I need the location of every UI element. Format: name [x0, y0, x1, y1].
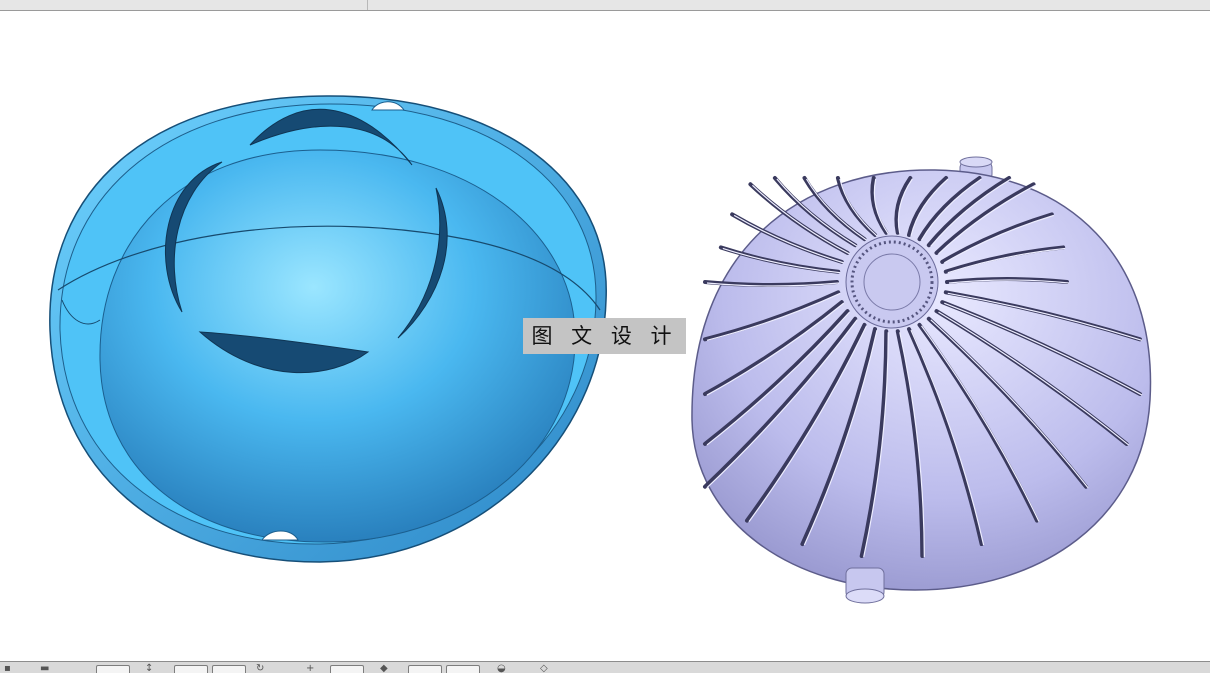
rotate-icon[interactable] — [212, 665, 246, 673]
zoom-icon[interactable] — [330, 665, 364, 673]
watermark-label: 图 文 设 计 — [523, 318, 686, 354]
toolbar-glyph-icon[interactable]: ↕ — [145, 664, 153, 673]
shade-icon[interactable] — [446, 665, 480, 673]
slotted-dome-model[interactable] — [691, 156, 1152, 604]
dome-bottom-boss-cap — [845, 588, 885, 604]
toolbar-glyph-icon[interactable]: + — [306, 664, 314, 673]
toolbar-glyph-icon[interactable]: ▪ — [4, 664, 11, 673]
inner-sphere — [99, 149, 576, 543]
select-icon[interactable] — [174, 665, 208, 673]
dome-top-boss-cap — [959, 156, 993, 168]
pan-icon[interactable] — [408, 665, 442, 673]
toolbar-glyph-icon[interactable]: ◆ — [380, 664, 388, 673]
title-strip — [0, 0, 1210, 11]
bottom-toolbar: ▪ ▬ ↕ ↻ + ◆ ◒ ◇ — [0, 661, 1210, 673]
title-strip-segment — [0, 0, 368, 10]
view-icon[interactable] — [96, 665, 130, 673]
toolbar-glyph-icon[interactable]: ▬ — [40, 664, 49, 673]
toolbar-glyph-icon[interactable]: ◒ — [497, 664, 506, 673]
dome-center-hub — [845, 235, 939, 329]
toolbar-glyph-icon[interactable]: ◇ — [540, 664, 548, 673]
toolbar-glyph-icon[interactable]: ↻ — [256, 664, 264, 673]
